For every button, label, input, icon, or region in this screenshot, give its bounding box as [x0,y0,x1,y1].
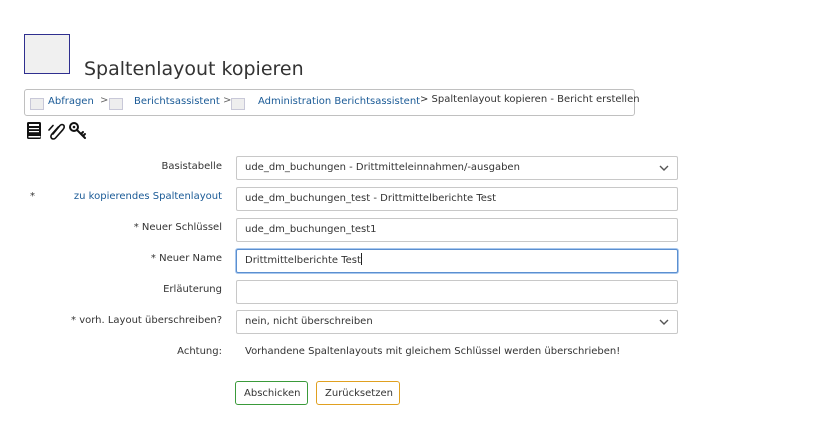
breadcrumb-current: > Spaltenlayout kopieren - Bericht erste… [420,94,640,105]
neuer-schluessel-label: * Neuer Schlüssel [133,222,222,233]
basistabelle-value: ude_dm_buchungen - Drittmitteleinnahmen/… [245,162,520,173]
neuer-name-label: * Neuer Name [150,253,222,264]
spaltenlayout-input[interactable]: ude_dm_buchungen_test - Drittmittelberic… [236,187,678,211]
spaltenlayout-label-link[interactable]: zu kopierendes Spaltenlayout [0,191,222,202]
text-cursor [360,253,362,265]
ueberschreiben-select[interactable]: nein, nicht überschreiben [236,310,678,334]
logo-image [24,34,70,74]
reset-button[interactable]: Zurücksetzen [316,381,400,405]
keys-icon[interactable] [68,121,88,141]
breadcrumb-link-abfragen[interactable]: Abfragen [48,96,94,107]
neuer-schluessel-input[interactable]: ude_dm_buchungen_test1 [236,218,678,242]
breadcrumb-separator: > [100,95,109,106]
submit-button[interactable]: Abschicken [235,381,308,405]
breadcrumb-link-administration[interactable]: Administration Berichtsassistent [258,96,420,107]
breadcrumb: Abfragen > Berichtsassistent > Administr… [24,89,640,116]
neuer-name-input[interactable]: Drittmittelberichte Test [236,249,678,273]
achtung-text: Vorhandene Spaltenlayouts mit gleichem S… [245,346,621,357]
basistabelle-label: Basistabelle [161,161,222,172]
ueberschreiben-label: * vorh. Layout überschreiben? [71,315,222,326]
page-title: Spaltenlayout kopieren [84,58,304,80]
erlaeuterung-input[interactable] [236,280,678,304]
book-icon[interactable] [25,121,45,141]
breadcrumb-image-icon [109,98,123,110]
spaltenlayout-value: ude_dm_buchungen_test - Drittmittelberic… [245,193,497,204]
neuer-name-value: Drittmittelberichte Test [245,255,361,266]
breadcrumb-image-icon [30,98,44,110]
erlaeuterung-label: Erläuterung [163,284,222,295]
ueberschreiben-value: nein, nicht überschreiben [245,316,373,327]
paperclip-icon[interactable] [47,121,67,141]
chevron-down-icon [659,165,669,171]
basistabelle-select[interactable]: ude_dm_buchungen - Drittmitteleinnahmen/… [236,156,678,180]
chevron-down-icon [659,319,669,325]
neuer-schluessel-value: ude_dm_buchungen_test1 [245,224,377,235]
achtung-label: Achtung: [177,346,222,357]
breadcrumb-image-icon [231,98,245,110]
breadcrumb-link-berichtsassistent[interactable]: Berichtsassistent [134,96,220,107]
